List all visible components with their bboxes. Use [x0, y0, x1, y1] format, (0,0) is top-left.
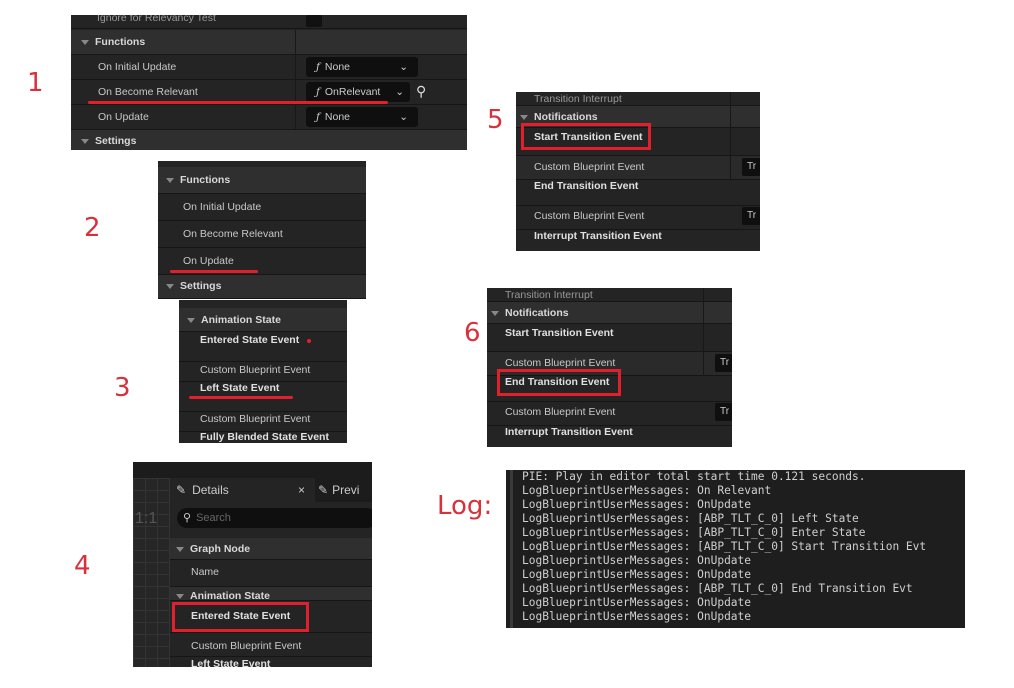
tab-preview[interactable]: ✎ Previ	[318, 478, 372, 502]
annotation-box	[497, 369, 621, 396]
row-label: On Become Relevant	[183, 228, 283, 240]
row-label: Transition Interrupt	[534, 93, 622, 105]
function-icon: ƒ	[316, 86, 320, 98]
chevron-down-icon: ⌄	[399, 111, 408, 123]
row-label: Name	[191, 566, 220, 578]
row-label: On Become Relevant	[98, 86, 198, 98]
row-label: Interrupt Transition Event	[534, 230, 662, 242]
checkbox[interactable]	[306, 15, 322, 27]
row-label: Custom Blueprint Event	[505, 357, 616, 369]
row-label: Fully Blended State Event	[200, 431, 329, 443]
row-label: On Initial Update	[183, 201, 262, 213]
preview-icon: ✎	[318, 483, 329, 497]
section-title: Graph Node	[190, 543, 251, 555]
row-label: On Update	[98, 111, 149, 123]
section-title: Animation State	[201, 314, 281, 326]
chevron-down-icon: ⌄	[395, 86, 404, 98]
annotation-box	[521, 123, 651, 150]
step-label-3: 3	[114, 373, 131, 403]
log-line: PIE: Play in editor total start time 0.1…	[522, 470, 866, 483]
log-line: LogBlueprintUserMessages: OnUpdate	[522, 554, 752, 567]
row-label: End Transition Event	[534, 180, 639, 192]
zoom-level: 1:1	[135, 510, 158, 527]
row-label: Interrupt Transition Event	[505, 426, 633, 438]
row-label: Entered State Event	[200, 334, 300, 346]
row-label: Custom Blueprint Event	[191, 640, 302, 652]
annotation-box	[172, 602, 309, 632]
log-line: LogBlueprintUserMessages: OnUpdate	[522, 610, 752, 623]
row-label: Custom Blueprint Event	[505, 406, 616, 418]
row-label: On Initial Update	[98, 61, 177, 73]
step-label-1: 1	[27, 68, 44, 98]
log-line: LogBlueprintUserMessages: [ABP_TLT_C_0] …	[522, 540, 927, 553]
section-title: Functions	[95, 36, 146, 48]
event-dropdown[interactable]: Tr	[715, 354, 732, 372]
details-panel-4: 1:1 ✎ Details × ✎ Previ ⚲ Search Graph Node …	[133, 462, 372, 667]
search-input[interactable]: ⚲ Search	[177, 508, 372, 528]
step-label-5: 5	[487, 105, 504, 135]
section-title: Settings	[180, 280, 222, 292]
collapse-arrow-icon	[166, 283, 174, 289]
functions-panel-1: Ignore for Relevancy Test Functions On I…	[71, 15, 467, 150]
row-label: Start Transition Event	[505, 327, 614, 339]
section-title: Notifications	[505, 307, 569, 319]
search-icon: ⚲	[183, 512, 192, 524]
collapse-arrow-icon	[81, 39, 89, 45]
function-icon: ƒ	[316, 61, 320, 73]
search-icon[interactable]: ⚲	[416, 83, 426, 100]
row-label: Transition Interrupt	[505, 289, 593, 301]
animation-state-panel-3: Animation State Entered State Event Cust…	[179, 300, 347, 443]
output-log: PIE: Play in editor total start time 0.1…	[506, 470, 965, 628]
log-label: Log:	[437, 491, 493, 521]
row-label: Custom Blueprint Event	[200, 413, 311, 425]
annotation-underline	[88, 101, 388, 104]
function-icon: ƒ	[316, 111, 320, 123]
log-line: LogBlueprintUserMessages: On Relevant	[522, 484, 772, 497]
step-label-2: 2	[84, 213, 101, 243]
event-dropdown[interactable]: Tr	[742, 207, 760, 225]
event-dropdown[interactable]: Tr	[715, 403, 732, 421]
collapse-arrow-icon	[187, 317, 195, 323]
notifications-panel-6: Transition Interrupt Notifications Start…	[487, 288, 732, 447]
event-dropdown[interactable]: Tr	[742, 158, 760, 176]
function-dropdown[interactable]: ƒ None ⌄	[306, 57, 418, 77]
annotation-underline	[189, 396, 293, 399]
annotation-dot	[307, 339, 311, 343]
row-label: Custom Blueprint Event	[534, 210, 645, 222]
step-label-6: 6	[464, 318, 481, 348]
section-title: Functions	[180, 174, 231, 186]
chevron-down-icon: ⌄	[399, 61, 408, 73]
log-line: LogBlueprintUserMessages: OnUpdate	[522, 568, 752, 581]
row-label: Left State Event	[200, 382, 280, 394]
log-line: LogBlueprintUserMessages: OnUpdate	[522, 596, 752, 609]
function-dropdown[interactable]: ƒ None ⌄	[306, 107, 418, 127]
notifications-panel-5: Transition Interrupt Notifications Start…	[516, 92, 760, 251]
log-line: LogBlueprintUserMessages: [ABP_TLT_C_0] …	[522, 582, 913, 595]
section-functions[interactable]: Functions	[71, 30, 467, 55]
collapse-arrow-icon	[176, 546, 184, 552]
collapse-arrow-icon	[166, 177, 174, 183]
row-label: Ignore for Relevancy Test	[97, 15, 216, 24]
close-icon[interactable]: ×	[298, 478, 305, 502]
tab-details[interactable]: ✎ Details ×	[170, 478, 315, 502]
collapse-arrow-icon	[81, 138, 89, 144]
log-line: LogBlueprintUserMessages: [ABP_TLT_C_0] …	[522, 526, 866, 539]
functions-panel-2: Functions On Initial Update On Become Re…	[158, 161, 366, 299]
function-dropdown[interactable]: ƒ OnRelevant ⌄	[306, 82, 410, 102]
log-line: LogBlueprintUserMessages: OnUpdate	[522, 498, 752, 511]
collapse-arrow-icon	[491, 310, 499, 316]
annotation-underline	[170, 270, 258, 273]
row-label: Custom Blueprint Event	[534, 161, 645, 173]
row-label: On Update	[183, 255, 234, 267]
row-label: Custom Blueprint Event	[200, 364, 311, 376]
step-label-4: 4	[74, 551, 91, 581]
collapse-arrow-icon	[520, 114, 528, 120]
row-label: Left State Event	[191, 658, 271, 667]
details-icon: ✎	[176, 483, 187, 497]
section-title: Settings	[95, 135, 137, 147]
section-title: Notifications	[534, 111, 598, 123]
log-line: LogBlueprintUserMessages: [ABP_TLT_C_0] …	[522, 512, 859, 525]
